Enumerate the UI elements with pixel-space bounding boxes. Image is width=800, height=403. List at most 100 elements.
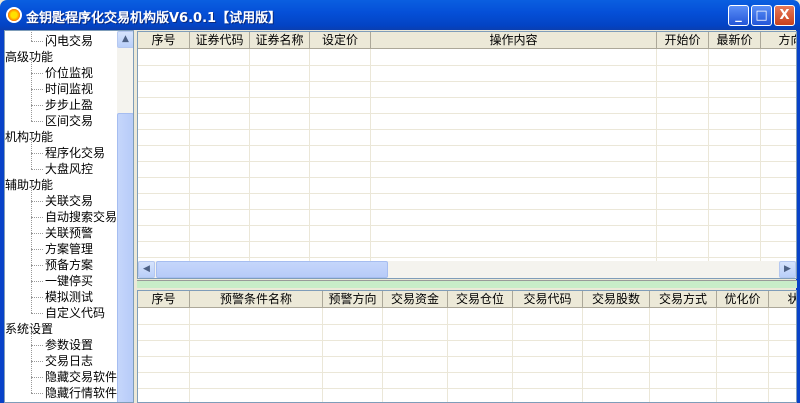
grid-row [138, 340, 796, 341]
tree-connector [31, 201, 43, 202]
tree-connector [31, 153, 32, 169]
column-header[interactable]: 交易代码 [513, 291, 583, 308]
column-header[interactable]: 优化价 [717, 291, 769, 308]
title-bar: 金钥匙程序化交易机构版V6.0.1【试用版】 _ □ X [0, 0, 800, 30]
tree-connector [31, 153, 43, 154]
tree-item[interactable]: 区间交易 [45, 113, 93, 129]
column-header[interactable]: 最新价 [709, 32, 761, 49]
tree-connector [31, 105, 43, 106]
tree-connector [31, 313, 43, 314]
tree-item[interactable]: 机构功能 [5, 129, 53, 145]
tree-item[interactable]: 关联交易 [45, 193, 93, 209]
tree-connector [31, 377, 43, 378]
close-button[interactable]: X [774, 5, 795, 26]
tree-connector [31, 89, 32, 105]
tree-connector [31, 297, 32, 313]
tree-connector [31, 361, 43, 362]
scroll-left-icon[interactable]: ◀ [138, 261, 155, 278]
tree-connector [31, 265, 43, 266]
column-header[interactable]: 操作内容 [371, 32, 657, 49]
tree-connector [31, 281, 43, 282]
column-header[interactable]: 预警条件名称 [190, 291, 323, 308]
column-header[interactable]: 证券代码 [190, 32, 250, 49]
tree-item[interactable]: 隐藏行情软件 [45, 385, 117, 401]
column-header[interactable]: 设定价 [310, 32, 371, 49]
column-header[interactable]: 交易方式 [650, 291, 717, 308]
column-header[interactable]: 预警方向 [323, 291, 383, 308]
tree-item[interactable]: 关联预警 [45, 225, 93, 241]
panel-splitter[interactable] [137, 280, 797, 288]
tree-item[interactable]: 方案管理 [45, 241, 93, 257]
order-grid-horizontal-scrollbar[interactable]: ◀ ▶ [138, 261, 796, 278]
grid-row [138, 257, 796, 258]
grid-row [138, 161, 796, 162]
tree-connector [31, 185, 32, 201]
tree-connector [31, 345, 43, 346]
tree-connector [31, 249, 43, 250]
tree-item[interactable]: 价位监视 [45, 65, 93, 81]
tree-connector [31, 201, 32, 217]
tree-item[interactable]: 一键停买 [45, 273, 93, 289]
grid-row [138, 145, 796, 146]
column-header[interactable]: 序号 [138, 291, 190, 308]
tree-item[interactable]: 模拟测试 [45, 289, 93, 305]
tree-item[interactable]: 自定义代码 [45, 305, 105, 321]
column-header[interactable]: 交易仓位 [448, 291, 513, 308]
function-tree: 隐藏行情软件 隐藏交易软件 交易日志 参数设置 系统设置 自定义代码 模拟测试 一键停买 预备方… [4, 30, 134, 403]
tree-connector [31, 41, 43, 42]
tree-connector [31, 297, 43, 298]
tree-connector [31, 169, 43, 170]
grid-row [138, 241, 796, 242]
tree-connector [31, 377, 32, 393]
tree-item[interactable]: 系统设置 [5, 321, 53, 337]
tree-item[interactable]: 参数设置 [45, 337, 93, 353]
app-logo-icon [6, 7, 22, 23]
tree-item[interactable]: 闪电交易 [45, 33, 93, 49]
tree-connector [31, 57, 32, 73]
tree-connector [31, 137, 32, 153]
tree-connector [31, 217, 32, 233]
window-title: 金钥匙程序化交易机构版V6.0.1【试用版】 [26, 11, 282, 26]
grid-row [138, 388, 796, 389]
column-header[interactable]: 交易资金 [383, 291, 448, 308]
grid-row [138, 356, 796, 357]
tree-item[interactable]: 高级功能 [5, 49, 53, 65]
tree-item[interactable]: 步步止盈 [45, 97, 93, 113]
tree-item[interactable]: 预备方案 [45, 257, 93, 273]
tree-connector [31, 361, 32, 377]
minimize-button[interactable]: _ [728, 5, 749, 26]
tree-vertical-scrollbar[interactable]: ▲ [117, 31, 133, 402]
column-header[interactable]: 序号 [138, 32, 190, 49]
column-header[interactable]: 开始价 [657, 32, 709, 49]
grid-row [138, 81, 796, 82]
column-header[interactable]: 方向 [761, 32, 796, 49]
column-header[interactable]: 状态 [769, 291, 796, 308]
grid-row [138, 177, 796, 178]
column-header[interactable]: 证券名称 [250, 32, 310, 49]
tree-item[interactable]: 交易日志 [45, 353, 93, 369]
tree-connector [31, 31, 32, 41]
horizontal-scroll-thumb[interactable] [156, 261, 388, 278]
tree-item[interactable]: 辅助功能 [5, 177, 53, 193]
tree-connector [31, 105, 32, 121]
order-grid: ◀ ▶ 序号证券代码证券名称设定价操作内容开始价最新价方向 [137, 31, 797, 279]
tree-item[interactable]: 自动搜索交易 [45, 209, 117, 225]
maximize-button[interactable]: □ [751, 5, 772, 26]
tree-item[interactable]: 大盘风控 [45, 161, 93, 177]
tree-connector [31, 249, 32, 265]
alert-grid: 序号预警条件名称预警方向交易资金交易仓位交易代码交易股数交易方式优化价状态 [137, 290, 797, 403]
column-header[interactable]: 交易股数 [583, 291, 650, 308]
grid-row [138, 209, 796, 210]
tree-item[interactable]: 时间监视 [45, 81, 93, 97]
scroll-right-icon[interactable]: ▶ [779, 261, 796, 278]
tree-item[interactable]: 程序化交易 [45, 145, 105, 161]
tree-connector [31, 73, 43, 74]
tree-connector [31, 73, 32, 89]
tree-connector [31, 329, 32, 345]
tree-connector [31, 233, 43, 234]
scroll-thumb[interactable] [117, 113, 133, 402]
grid-row [138, 324, 796, 325]
grid-row [138, 113, 796, 114]
tree-item[interactable]: 隐藏交易软件 [45, 369, 117, 385]
scroll-up-icon[interactable]: ▲ [117, 31, 133, 48]
